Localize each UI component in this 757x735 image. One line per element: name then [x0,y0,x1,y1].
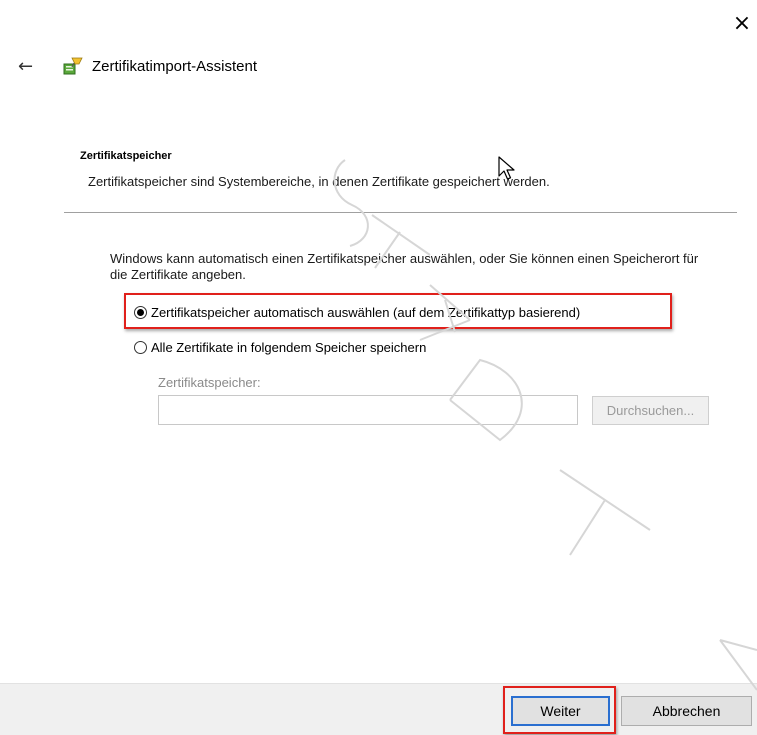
back-arrow-icon[interactable]: ← [18,56,44,78]
radio-manual-store[interactable]: Alle Zertifikate in folgendem Speicher s… [134,340,426,355]
radio-manual-label: Alle Zertifikate in folgendem Speicher s… [151,340,427,355]
wizard-title: Zertifikatimport-Assistent [92,58,258,75]
radio-auto-label: Zertifikatspeicher automatisch auswählen… [151,305,581,320]
store-input[interactable] [158,395,578,425]
close-icon[interactable]: × [730,12,754,36]
radio-button-selected[interactable] [134,306,147,319]
cancel-button[interactable]: Abbrechen [621,696,752,726]
watermark-lines [333,159,757,691]
radio-auto-select-store[interactable]: Zertifikatspeicher automatisch auswählen… [134,305,580,320]
section-description: Zertifikatspeicher sind Systembereiche, … [88,174,550,189]
certificate-wizard-icon [63,57,83,75]
browse-button[interactable]: Durchsuchen... [592,396,709,425]
intro-text: Windows kann automatisch einen Zertifika… [110,251,699,282]
section-heading: Zertifikatspeicher [80,150,172,162]
next-button[interactable]: Weiter [511,696,610,726]
header-divider [64,212,737,213]
radio-button-unselected[interactable] [134,341,147,354]
mouse-cursor-icon [498,156,515,180]
store-field-label: Zertifikatspeicher: [158,375,261,390]
